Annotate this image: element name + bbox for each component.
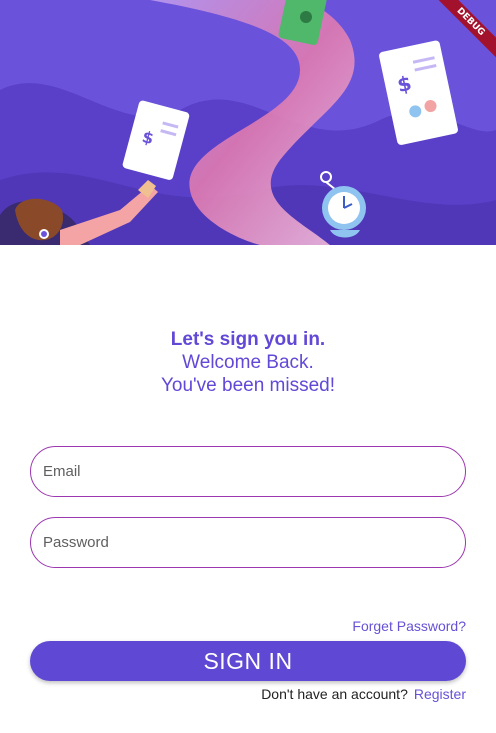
sign-in-button[interactable]: SIGN IN (30, 641, 466, 681)
no-account-text: Don't have an account? (261, 686, 408, 702)
password-input[interactable] (31, 518, 465, 567)
email-input[interactable] (31, 447, 465, 496)
register-link[interactable]: Register (414, 686, 466, 702)
heading-line-2: Welcome Back. (182, 352, 314, 373)
heading-line-3: You've been missed! (160, 375, 336, 396)
finance-illustration: $ $ (0, 0, 496, 245)
heading-line-1: Let's sign you in. (170, 329, 326, 350)
forgot-password-link[interactable]: Forget Password? (352, 618, 466, 634)
register-row: Don't have an account? Register (261, 686, 466, 702)
welcome-heading: Let's sign you in. Welcome Back. You've … (0, 328, 496, 397)
password-field[interactable] (30, 517, 466, 568)
hero-illustration: $ $ DEBUG (0, 0, 496, 245)
email-field[interactable] (30, 446, 466, 497)
